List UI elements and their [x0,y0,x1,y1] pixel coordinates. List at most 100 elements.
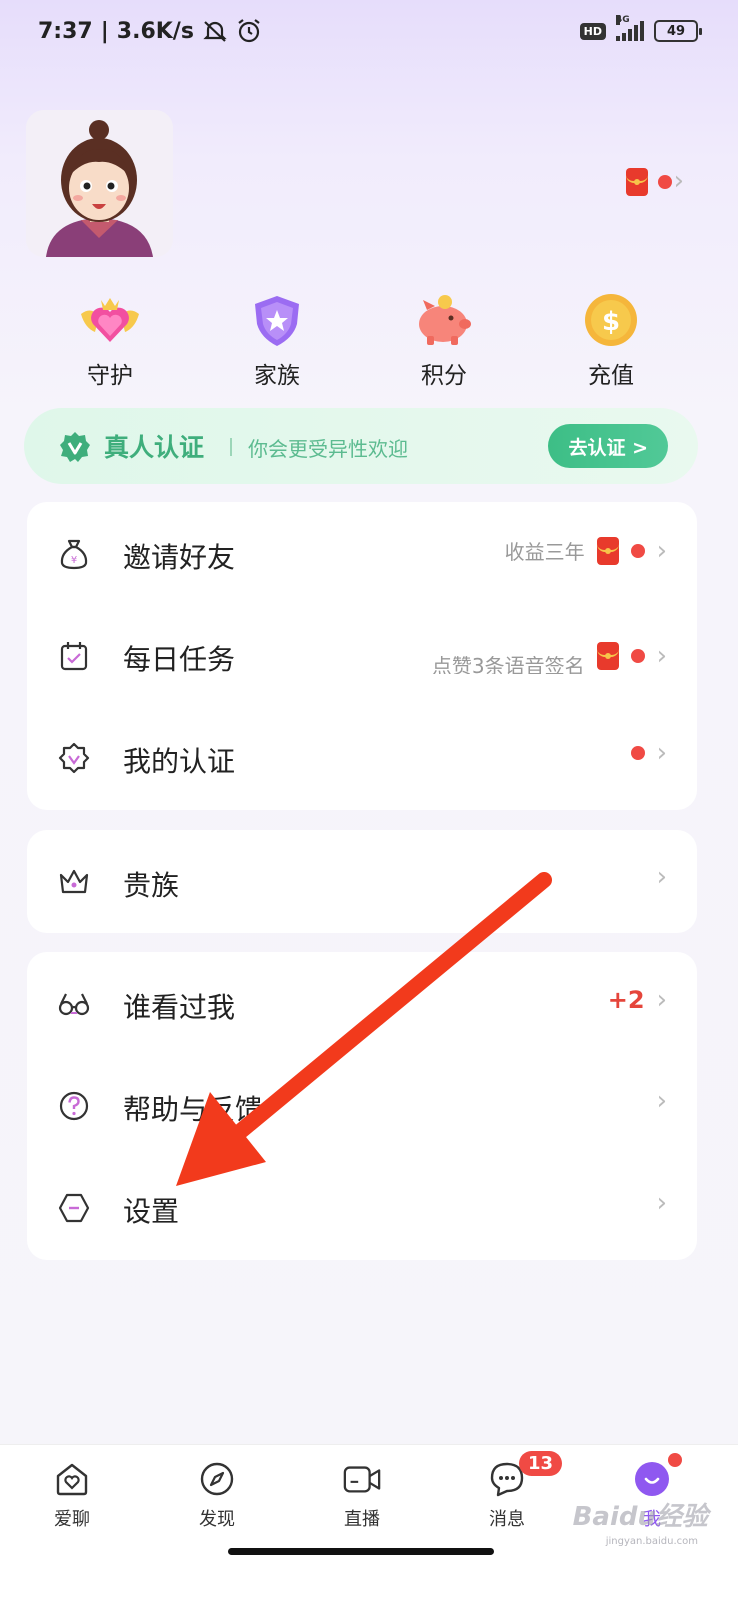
row-right: 点赞3条语音签名 › [385,638,667,674]
go-verify-button[interactable]: 去认证 > [548,424,668,468]
tab-label: 爱聊 [54,1509,90,1530]
unread-badge: 13 [519,1451,563,1476]
tab-discover[interactable]: 发现 [167,1459,267,1531]
home-indicator [228,1548,494,1555]
tab-label: 发现 [199,1509,235,1530]
status-speed: 3.6K/s [116,18,194,44]
chevron-right-icon: › [656,641,667,671]
avatar-illustration [26,110,173,257]
mute-bell-icon [203,21,227,42]
signal-icon: 4G [616,15,644,41]
menu-row-invite-friends[interactable]: ¥ 邀请好友 收益三年 › [27,504,697,604]
verify-subtitle: 你会更受异性欢迎 [248,437,408,461]
quick-recharge[interactable]: $ 充值 [551,290,671,390]
baidu-watermark: Baidu经验 [572,1502,708,1532]
chevron-right-icon: › [656,985,667,1015]
crown-icon [59,869,89,894]
red-packet-icon [596,536,619,565]
menu-label: 我的认证 [123,745,236,778]
status-left: 7:37 | 3.6K/s [38,18,262,44]
video-camera-icon [342,1459,382,1499]
chevron-right-icon: › [656,1188,667,1218]
quick-guardian[interactable]: 守护 [50,290,170,390]
menu-row-who-viewed-me[interactable]: 谁看过我 +2 › [27,954,697,1054]
network-type: 4G [616,15,630,25]
row-right: › [657,864,667,890]
chevron-right-icon: › [656,1086,667,1116]
money-bag-icon: ¥ [60,539,88,570]
home-heart-icon [52,1459,92,1499]
menu-label: 帮助与反馈 [123,1093,264,1126]
battery-icon: 49 [654,20,702,42]
menu-card-tasks: ¥ 邀请好友 收益三年 › 每日任务 点赞3条语音签名 › 我的认证 › [27,502,697,810]
menu-row-my-verification[interactable]: 我的认证 › [27,708,697,808]
menu-label: 设置 [123,1195,180,1228]
chevron-right-icon: › [656,535,667,566]
svg-text:¥: ¥ [71,555,77,566]
quick-recharge-label: 充值 [588,363,634,389]
profile-extras[interactable] [626,168,672,196]
settings-hexagon-icon [58,1193,90,1223]
viewer-count: +2 [607,986,645,1014]
notification-dot [630,746,645,760]
hd-badge: HD [579,22,606,40]
notification-dot [668,1453,682,1467]
row-right: 收益三年 › [505,536,667,565]
badge-check-icon [58,742,90,774]
verify-title: 真人认证 [104,433,205,462]
red-packet-icon [596,642,619,670]
me-smile-icon [632,1459,672,1499]
question-circle-icon [59,1091,89,1121]
quick-points-label: 积分 [421,363,467,389]
verify-divider [230,438,232,456]
row-right: +2 › [608,986,667,1014]
task-hint: 点赞3条语音签名 [431,654,585,674]
family-shield-icon [244,290,310,350]
status-right: HD 4G 49 [579,15,702,42]
invite-hint: 收益三年 [504,540,585,564]
menu-label: 每日任务 [123,643,236,676]
tab-label: 消息 [489,1509,525,1530]
notification-dot [630,543,645,558]
chevron-right-icon: › [656,862,667,892]
menu-label: 贵族 [123,869,180,902]
row-right: › [657,1088,667,1114]
notification-dot [658,175,672,189]
row-right: › [657,1190,667,1216]
calendar-check-icon [60,642,88,671]
glasses-icon [58,993,90,1016]
quick-family[interactable]: 家族 [217,290,337,390]
task-hint-ticker: 点赞3条语音签名 [385,638,585,674]
verified-badge-icon [60,432,90,462]
tab-live[interactable]: 直播 [312,1459,412,1531]
menu-label: 邀请好友 [123,541,236,574]
status-divider: | [100,18,109,44]
avatar[interactable] [26,110,173,257]
chevron-right-icon: › [656,738,667,768]
menu-row-settings[interactable]: 设置 › [27,1158,697,1258]
real-person-verify-banner[interactable]: 真人认证 你会更受异性欢迎 去认证 > [24,408,698,484]
profile-chevron-icon[interactable]: › [674,168,684,194]
tab-aichat[interactable]: 爱聊 [22,1459,122,1531]
battery-level: 49 [666,23,686,39]
svg-text:$: $ [602,307,620,337]
tab-messages[interactable]: 13 消息 [457,1451,563,1531]
quick-guardian-label: 守护 [87,363,133,389]
coin-icon: $ [578,290,644,350]
row-right: › [630,738,667,768]
piggy-bank-icon [411,290,477,350]
menu-row-noble[interactable]: 贵族 › [27,832,697,932]
guardian-heart-icon [77,290,143,350]
alarm-icon [238,19,260,43]
quick-points[interactable]: 积分 [384,290,504,390]
quick-family-label: 家族 [254,363,300,389]
baidu-watermark-url: jingyan.baidu.com [605,1536,698,1547]
menu-row-daily-tasks[interactable]: 每日任务 点赞3条语音签名 › [27,606,697,706]
status-time: 7:37 [38,18,93,44]
tab-label: 直播 [344,1509,380,1530]
notification-dot [630,649,645,663]
status-bar: 7:37 | 3.6K/s HD 4G 49 [0,0,738,64]
compass-icon [197,1459,237,1499]
red-packet-icon [626,168,648,196]
menu-row-help-feedback[interactable]: 帮助与反馈 › [27,1056,697,1156]
